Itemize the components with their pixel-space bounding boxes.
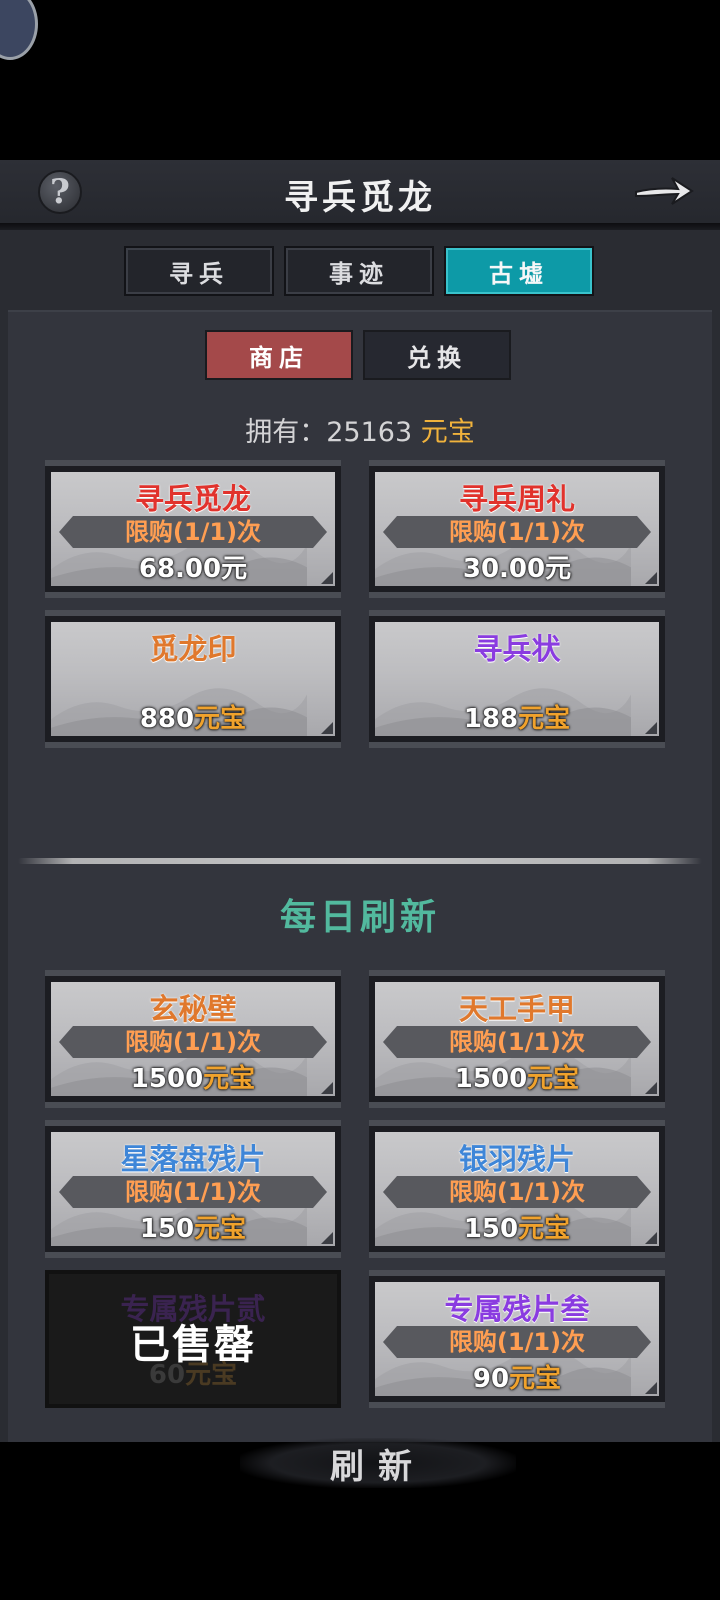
sub-tabs: 商店 兑换 xyxy=(205,330,511,380)
content-area: 寻兵 事迹 古墟 商店 兑换 拥有：25163 元宝 寻兵觅龙 限购(1/1)次… xyxy=(0,230,720,1488)
daily-item-card[interactable]: 天工手甲 限购(1/1)次 1500元宝 xyxy=(369,970,665,1108)
daily-refresh-title: 每日刷新 xyxy=(279,896,440,938)
item-name: 银羽残片 xyxy=(458,1142,575,1176)
owned-currency-label: 元宝 xyxy=(420,417,475,448)
item-name: 觅龙印 xyxy=(149,632,237,666)
item-name: 玄秘壁 xyxy=(149,992,237,1026)
sold-out-label: 已售罄 xyxy=(130,1322,256,1368)
section-divider xyxy=(18,858,702,864)
main-tabs: 寻兵 事迹 古墟 xyxy=(124,246,594,296)
daily-item-card[interactable]: 银羽残片 限购(1/1)次 150元宝 xyxy=(369,1120,665,1258)
item-price: 30.00元 xyxy=(462,554,572,584)
item-price: 880元宝 xyxy=(139,704,247,734)
shop-item-card[interactable]: 寻兵觅龙 限购(1/1)次 68.00元 xyxy=(45,460,341,598)
item-price: 1500元宝 xyxy=(454,1064,580,1094)
item-price: 188元宝 xyxy=(463,704,571,734)
daily-item-card[interactable]: 玄秘壁 限购(1/1)次 1500元宝 xyxy=(45,970,341,1108)
daily-item-card[interactable]: 专属残片叁 限购(1/1)次 90元宝 xyxy=(369,1270,665,1408)
page-title: 寻兵觅龙 xyxy=(284,178,436,218)
item-price: 150元宝 xyxy=(139,1214,247,1244)
daily-item-card[interactable]: 星落盘残片 限购(1/1)次 150元宝 xyxy=(45,1120,341,1258)
owned-amount: 25163 xyxy=(326,417,413,448)
header: ? 寻兵觅龙 xyxy=(0,160,720,230)
item-limit: 限购(1/1)次 xyxy=(448,518,586,546)
owned-prefix: 拥有： xyxy=(245,417,327,448)
refresh-label: 刷新 xyxy=(330,1446,426,1487)
item-name: 专属残片叁 xyxy=(444,1292,590,1326)
item-limit: 限购(1/1)次 xyxy=(124,518,262,546)
item-price: 68.00元 xyxy=(138,554,248,584)
item-name: 寻兵状 xyxy=(473,632,561,666)
item-name: 寻兵周礼 xyxy=(458,482,575,516)
item-limit: 限购(1/1)次 xyxy=(448,1328,586,1356)
tab-exchange[interactable]: 兑换 xyxy=(363,330,511,380)
tab-shop[interactable]: 商店 xyxy=(205,330,353,380)
shop-panel: 商店 兑换 拥有：25163 元宝 寻兵觅龙 限购(1/1)次 68.00元 寻… xyxy=(8,310,712,1488)
tab-guxu[interactable]: 古墟 xyxy=(444,246,594,296)
shop-item-card[interactable]: 寻兵状 188元宝 xyxy=(369,610,665,748)
item-name: 寻兵觅龙 xyxy=(134,482,251,516)
shop-item-card[interactable]: 寻兵周礼 限购(1/1)次 30.00元 xyxy=(369,460,665,598)
tab-shiji[interactable]: 事迹 xyxy=(284,246,434,296)
tab-xunbing[interactable]: 寻兵 xyxy=(124,246,274,296)
item-name: 天工手甲 xyxy=(458,992,575,1026)
item-limit: 限购(1/1)次 xyxy=(448,1028,586,1056)
item-price: 1500元宝 xyxy=(130,1064,256,1094)
item-name: 星落盘残片 xyxy=(120,1142,266,1176)
item-limit: 限购(1/1)次 xyxy=(124,1178,262,1206)
shop-item-card[interactable]: 觅龙印 880元宝 xyxy=(45,610,341,748)
back-button[interactable] xyxy=(632,166,696,214)
item-price: 90元宝 xyxy=(472,1364,562,1394)
sold-out-card: 专属残片贰 60元宝 已售罄 xyxy=(45,1270,341,1408)
arrow-right-icon xyxy=(635,177,694,205)
item-limit: 限购(1/1)次 xyxy=(448,1178,586,1206)
avatar[interactable] xyxy=(0,0,38,60)
owned-currency: 拥有：25163 元宝 xyxy=(8,410,712,449)
item-limit: 限购(1/1)次 xyxy=(124,1028,262,1056)
item-price: 150元宝 xyxy=(463,1214,571,1244)
refresh-button[interactable]: 刷新 xyxy=(240,1432,516,1494)
